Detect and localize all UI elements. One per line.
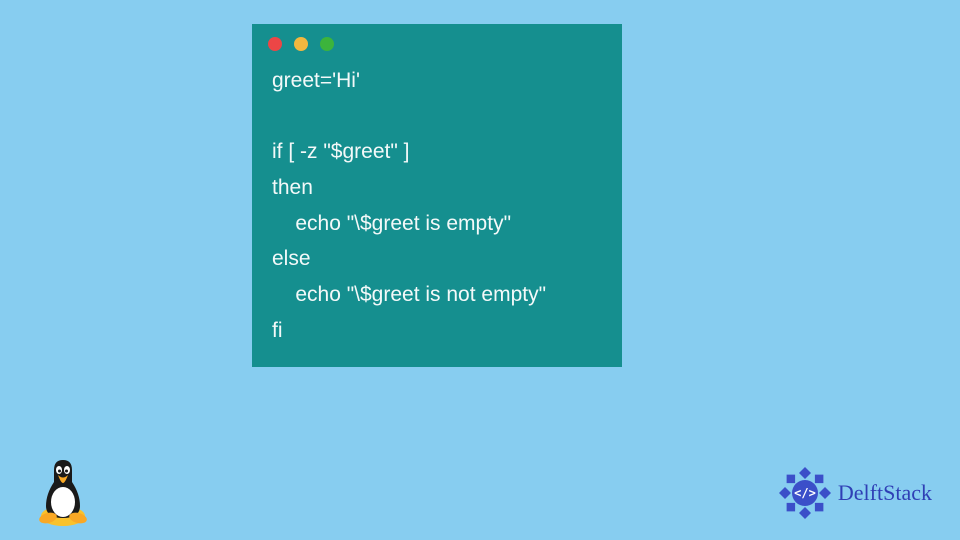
close-icon [268, 37, 282, 51]
code-line: greet='Hi' [272, 69, 360, 92]
delftstack-emblem-icon: </> [776, 464, 834, 522]
code-line: else [272, 247, 311, 270]
code-line: then [272, 176, 313, 199]
code-line: echo "\$greet is not empty" [272, 283, 546, 306]
svg-text:</>: </> [794, 486, 816, 500]
window-traffic-lights [252, 24, 622, 59]
code-line: fi [272, 319, 283, 342]
minimize-icon [294, 37, 308, 51]
code-line: echo "\$greet is empty" [272, 212, 511, 235]
delftstack-logo: </> DelftStack [776, 464, 932, 522]
tux-penguin-icon [32, 456, 94, 528]
code-line: if [ -z "$greet" ] [272, 140, 409, 163]
delftstack-brand-text: DelftStack [838, 480, 932, 506]
code-block: greet='Hi' if [ -z "$greet" ] then echo … [252, 59, 622, 353]
maximize-icon [320, 37, 334, 51]
code-window: greet='Hi' if [ -z "$greet" ] then echo … [252, 24, 622, 367]
